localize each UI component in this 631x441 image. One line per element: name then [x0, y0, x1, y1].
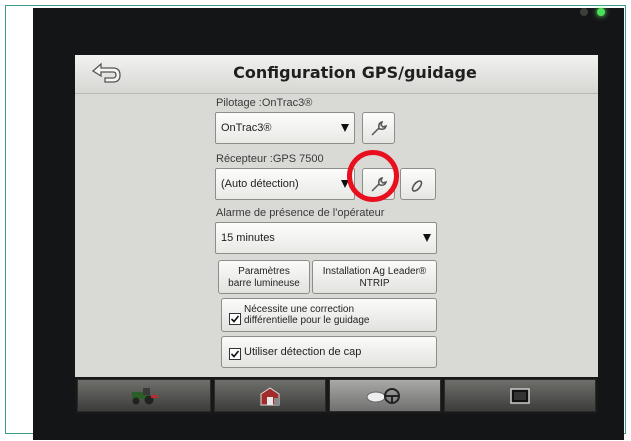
- back-button[interactable]: [87, 61, 125, 85]
- display-screen: Configuration GPS/guidage Pilotage :OnTr…: [75, 55, 598, 414]
- highlight-circle: [347, 150, 399, 202]
- checkmark-icon: [230, 350, 240, 358]
- alarm-dropdown[interactable]: 15 minutes: [215, 222, 437, 254]
- ntrip-line1: Installation Ag Leader®: [322, 266, 427, 277]
- ntrip-line2: NTRIP: [359, 278, 390, 289]
- lightbar-settings-button[interactable]: Paramètres barre lumineuse: [218, 260, 310, 294]
- receiver-dropdown[interactable]: (Auto détection): [215, 168, 355, 200]
- lightbar-line1: Paramètres: [238, 266, 290, 277]
- display-icon: [510, 387, 530, 404]
- differential-correction-toggle[interactable]: Nécessite une correction différentielle …: [221, 298, 437, 332]
- alarm-value: 15 minutes: [221, 232, 275, 244]
- steering-value: OnTrac3®: [221, 122, 272, 134]
- chevron-down-icon: [341, 124, 349, 132]
- tab-gps-guidance[interactable]: [329, 379, 441, 412]
- status-led-green: [597, 8, 605, 16]
- differential-checkbox[interactable]: [229, 313, 241, 325]
- receiver-label: Récepteur :GPS 7500: [216, 153, 324, 165]
- tractor-icon: [132, 387, 158, 404]
- heading-detection-toggle[interactable]: Utiliser détection de cap: [221, 336, 437, 368]
- steering-settings-button[interactable]: [362, 112, 395, 144]
- differential-line1: Nécessite une correction: [244, 304, 355, 315]
- link-icon: [411, 180, 423, 192]
- heading-label: Utiliser détection de cap: [244, 346, 362, 358]
- tab-vehicle[interactable]: [77, 379, 211, 412]
- steering-label: Pilotage :OnTrac3®: [216, 97, 313, 109]
- gps-steering-icon: [366, 387, 400, 404]
- steering-dropdown[interactable]: OnTrac3®: [215, 112, 355, 144]
- lightbar-line2: barre lumineuse: [228, 278, 300, 289]
- header-bar: Configuration GPS/guidage: [75, 55, 598, 94]
- checkmark-icon: [230, 315, 240, 323]
- wrench-icon: [371, 120, 388, 136]
- barn-icon: [260, 386, 280, 405]
- receiver-value: (Auto détection): [221, 178, 299, 190]
- heading-checkbox[interactable]: [229, 348, 241, 360]
- tab-display[interactable]: [444, 379, 596, 412]
- differential-line2: différentielle pour le guidage: [244, 315, 370, 326]
- bottom-tab-bar: [75, 377, 598, 414]
- tab-farm[interactable]: [214, 379, 326, 412]
- receiver-link-button[interactable]: [400, 168, 436, 200]
- alarm-label: Alarme de présence de l'opérateur: [216, 207, 385, 219]
- back-arrow-icon: [91, 62, 121, 83]
- status-led-off: [580, 8, 588, 16]
- chevron-down-icon: [423, 234, 431, 242]
- page-title: Configuration GPS/guidage: [233, 63, 477, 82]
- ntrip-setup-button[interactable]: Installation Ag Leader® NTRIP: [312, 260, 437, 294]
